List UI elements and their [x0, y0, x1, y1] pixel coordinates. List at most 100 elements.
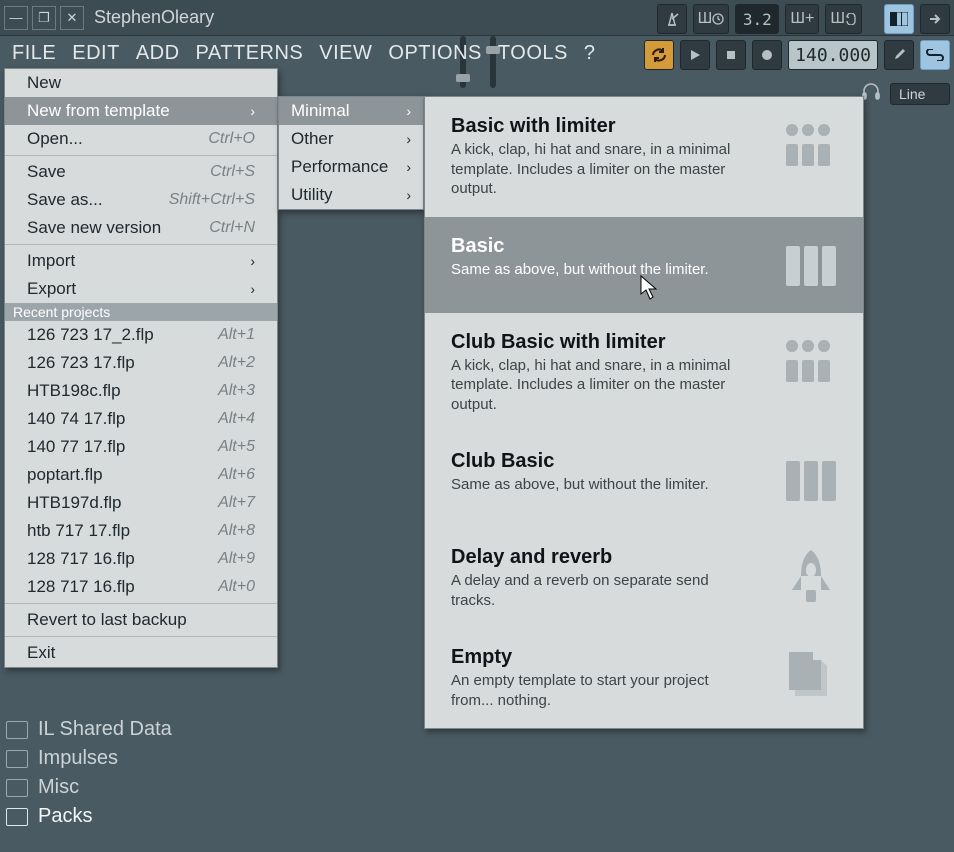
- file-menu-item[interactable]: 140 74 17.flp Alt+4: [5, 405, 277, 433]
- template-description: Same as above, but without the limiter.: [451, 260, 709, 280]
- template-list-panel: Basic with limiterA kick, clap, hi hat a…: [424, 96, 864, 729]
- file-menu-item[interactable]: Import›: [5, 247, 277, 275]
- file-menu-item-label: 140 74 17.flp: [27, 409, 125, 429]
- folder-icon: [6, 808, 28, 826]
- play-button[interactable]: [680, 40, 710, 70]
- template-category-label: Minimal: [291, 101, 350, 121]
- countdown-toggle[interactable]: Ш+: [785, 4, 819, 34]
- file-menu-item[interactable]: 128 717 16.flpAlt+9: [5, 545, 277, 573]
- file-menu-item[interactable]: Save new versionCtrl+N: [5, 214, 277, 242]
- file-menu-item-label: 126 723 17.flp: [27, 353, 135, 373]
- browser-folder-label: IL Shared Data: [38, 718, 172, 741]
- stop-button[interactable]: [716, 40, 746, 70]
- audio-output-selector[interactable]: Line: [890, 83, 950, 105]
- file-menu-item-label: Exit: [27, 643, 55, 663]
- minimize-button[interactable]: —: [4, 6, 28, 30]
- file-menu-item[interactable]: Export ›: [5, 275, 277, 303]
- sync-button[interactable]: [644, 40, 674, 70]
- template-icon: [781, 331, 841, 391]
- menu-edit[interactable]: EDIT: [72, 42, 120, 65]
- chevron-right-icon: ›: [250, 253, 255, 269]
- wait-for-input-toggle[interactable]: Ш: [693, 4, 730, 34]
- file-menu-item-shortcut: Alt+2: [218, 354, 255, 372]
- file-menu-item-shortcut: Alt+7: [218, 494, 255, 512]
- view-piano-roll-button[interactable]: [884, 4, 914, 34]
- file-menu-item[interactable]: htb 717 17.flpAlt+8: [5, 517, 277, 545]
- template-category-item[interactable]: Utility›: [279, 181, 423, 209]
- template-category-item[interactable]: Minimal›: [279, 97, 423, 125]
- file-menu-item[interactable]: 126 723 17_2.flpAlt+1: [5, 321, 277, 349]
- metronome-toggle[interactable]: [657, 4, 687, 34]
- folder-icon: [6, 721, 28, 739]
- file-menu-item[interactable]: Save as...Shift+Ctrl+S: [5, 186, 277, 214]
- file-menu-item[interactable]: SaveCtrl+S: [5, 158, 277, 186]
- file-menu-item[interactable]: 128 717 16.flpAlt+0: [5, 573, 277, 601]
- browser-folder-label: Packs: [38, 805, 92, 828]
- template-title: Empty: [451, 646, 751, 669]
- file-menu-item[interactable]: Revert to last backup: [5, 606, 277, 634]
- file-menu-item[interactable]: HTB197d.flpAlt+7: [5, 489, 277, 517]
- file-menu-item-shortcut: Alt+8: [218, 522, 255, 540]
- file-menu-item[interactable]: 126 723 17.flp Alt+2: [5, 349, 277, 377]
- loop-record-toggle[interactable]: Ш: [825, 4, 862, 34]
- file-menu-item-label: Open...: [27, 129, 83, 149]
- chevron-right-icon: ›: [250, 281, 255, 297]
- template-category-item[interactable]: Performance›: [279, 153, 423, 181]
- file-menu-item-shortcut: Shift+Ctrl+S: [169, 191, 255, 209]
- menu-patterns[interactable]: PATTERNS: [196, 42, 304, 65]
- record-button[interactable]: [752, 40, 782, 70]
- file-menu-item-label: Export: [27, 279, 76, 299]
- template-title: Delay and reverb: [451, 546, 751, 569]
- file-menu-item[interactable]: Open... Ctrl+O: [5, 125, 277, 153]
- maximize-button[interactable]: ❐: [32, 6, 56, 30]
- link-toggle-button[interactable]: [920, 40, 950, 70]
- template-item[interactable]: Basic with limiterA kick, clap, hi hat a…: [425, 97, 863, 217]
- template-icon: [781, 546, 841, 606]
- template-item[interactable]: EmptyAn empty template to start your pro…: [425, 628, 863, 728]
- browser-folder[interactable]: Impulses: [6, 747, 172, 770]
- pattern-length-display[interactable]: 3.2: [735, 4, 779, 34]
- file-menu-item[interactable]: poptart.flpAlt+6: [5, 461, 277, 489]
- menu-help[interactable]: ?: [584, 42, 596, 65]
- file-menu-item-label: Save: [27, 162, 66, 182]
- file-menu-item[interactable]: New: [5, 69, 277, 97]
- template-item[interactable]: Delay and reverbA delay and a reverb on …: [425, 528, 863, 628]
- template-item[interactable]: Club Basic with limiterA kick, clap, hi …: [425, 313, 863, 433]
- browser-folder-label: Misc: [38, 776, 79, 799]
- template-description: An empty template to start your project …: [451, 671, 751, 710]
- brush-tool-button[interactable]: [884, 40, 914, 70]
- template-category-label: Performance: [291, 157, 388, 177]
- template-icon: [781, 450, 841, 510]
- browser-folder[interactable]: IL Shared Data: [6, 718, 172, 741]
- browser-folder[interactable]: Misc: [6, 776, 172, 799]
- template-description: Same as above, but without the limiter.: [451, 475, 709, 495]
- template-item[interactable]: Club BasicSame as above, but without the…: [425, 432, 863, 528]
- close-button[interactable]: ✕: [60, 6, 84, 30]
- menu-tools[interactable]: TOOLS: [498, 42, 568, 65]
- template-category-label: Utility: [291, 185, 333, 205]
- file-menu-item[interactable]: New from template›: [5, 97, 277, 125]
- browser-folder-label: Impulses: [38, 747, 118, 770]
- browser-folder[interactable]: Packs: [6, 805, 172, 828]
- template-item[interactable]: BasicSame as above, but without the limi…: [425, 217, 863, 313]
- menu-add[interactable]: ADD: [136, 42, 180, 65]
- template-category-item[interactable]: Other›: [279, 125, 423, 153]
- project-title: StephenOleary: [94, 7, 214, 28]
- file-menu-item-shortcut: Ctrl+O: [208, 130, 255, 148]
- file-menu-item-label: poptart.flp: [27, 465, 103, 485]
- file-menu-item-shortcut: Alt+1: [218, 326, 255, 344]
- file-menu-item[interactable]: 140 77 17.flpAlt+5: [5, 433, 277, 461]
- file-menu-item[interactable]: HTB198c.flpAlt+3: [5, 377, 277, 405]
- template-icon: [781, 646, 841, 706]
- view-next-button[interactable]: [920, 4, 950, 34]
- menu-file[interactable]: FILE: [12, 42, 56, 65]
- tempo-display[interactable]: 140.000: [788, 40, 878, 70]
- file-menu-item[interactable]: Exit: [5, 639, 277, 667]
- file-menu-item-label: Save new version: [27, 218, 161, 238]
- file-menu-item-shortcut: Alt+4: [218, 410, 255, 428]
- template-description: A kick, clap, hi hat and snare, in a min…: [451, 356, 751, 415]
- template-title: Club Basic: [451, 450, 709, 473]
- menu-options[interactable]: OPTIONS: [388, 42, 482, 65]
- menu-view[interactable]: VIEW: [319, 42, 372, 65]
- file-menu-item-shortcut: Alt+9: [218, 550, 255, 568]
